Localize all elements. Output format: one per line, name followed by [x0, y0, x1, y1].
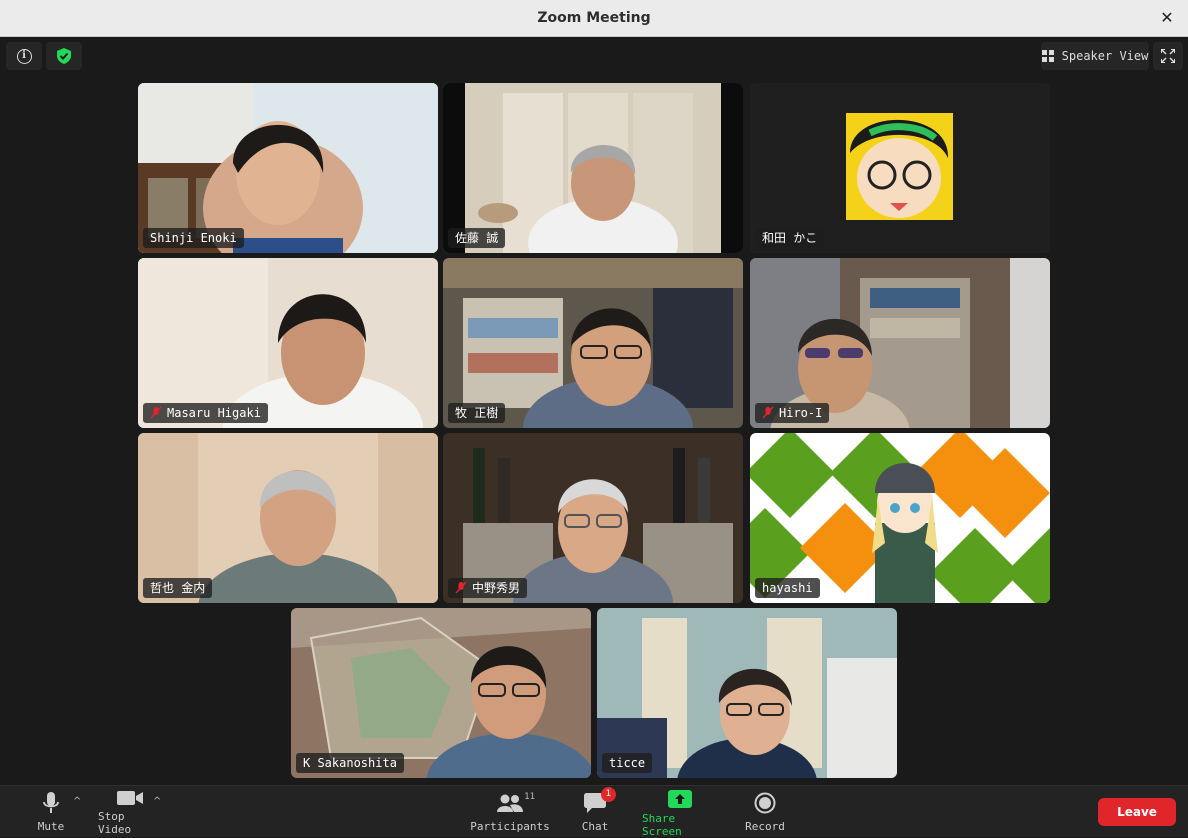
participant-name-tag: 哲也 金内: [143, 578, 213, 598]
chat-unread-badge: 1: [601, 787, 616, 802]
leave-button[interactable]: Leave: [1098, 798, 1176, 826]
record-icon: [754, 792, 776, 814]
participant-name: 牧 正樹: [455, 406, 499, 420]
grid-view-icon: [1041, 50, 1054, 62]
video-tile[interactable]: Masaru Higaki: [138, 258, 438, 428]
window-title: Zoom Meeting: [537, 10, 651, 26]
video-tile[interactable]: Shinji Enoki: [138, 83, 438, 253]
participants-button[interactable]: 11 Participants: [470, 790, 550, 836]
chat-label: Chat: [581, 820, 609, 833]
video-tile-avatar[interactable]: 和田 かこ: [750, 83, 1050, 253]
microphone-icon: [43, 792, 59, 813]
participant-name-tag: ticce: [602, 753, 653, 773]
mute-button[interactable]: Mute: [34, 790, 68, 836]
speaker-view-label: Speaker View: [1061, 49, 1149, 63]
video-options-chevron-up-icon[interactable]: ^: [153, 796, 161, 807]
participant-name: 佐藤 誠: [455, 231, 499, 245]
close-icon[interactable]: ✕: [1158, 9, 1176, 27]
participant-name: 和田 かこ: [762, 231, 818, 245]
participant-name: Hiro-I: [779, 406, 823, 420]
share-screen-icon: [668, 790, 692, 808]
participant-name-tag: Hiro-I: [755, 403, 830, 423]
video-tile[interactable]: ticce: [597, 608, 897, 778]
chat-button[interactable]: 1 Chat: [578, 787, 616, 836]
meeting-toolbar: Mute ^ Stop Video ^ 11 Participants 1 Ch…: [0, 785, 1188, 838]
info-icon: i: [16, 48, 32, 64]
participant-name: Masaru Higaki: [167, 406, 261, 420]
fullscreen-button[interactable]: [1153, 42, 1183, 70]
participant-name-tag: hayashi: [755, 578, 820, 598]
record-button[interactable]: Record: [745, 790, 785, 836]
participant-name-tag: 佐藤 誠: [448, 228, 506, 248]
participant-name-tag: 和田 かこ: [755, 228, 825, 248]
participant-name-tag: 中野秀男: [448, 578, 528, 598]
participant-name: hayashi: [762, 581, 813, 595]
video-gallery: i Speaker View Shinji Enoki 佐藤 誠 和田 かこ M…: [0, 37, 1188, 785]
participant-name-tag: K Sakanoshita: [296, 753, 404, 773]
video-camera-icon: [117, 791, 143, 805]
video-tile-avatar[interactable]: hayashi: [750, 433, 1050, 603]
participants-icon: [497, 794, 523, 812]
record-label: Record: [745, 820, 785, 833]
speaker-view-button[interactable]: Speaker View: [1041, 42, 1149, 70]
security-button[interactable]: [46, 42, 82, 70]
share-screen-button[interactable]: Share Screen: [642, 790, 718, 838]
participant-name-tag: 牧 正樹: [448, 403, 506, 423]
video-tile-active-speaker[interactable]: 佐藤 誠: [443, 83, 743, 253]
video-tile[interactable]: Hiro-I: [750, 258, 1050, 428]
video-tile[interactable]: 哲也 金内: [138, 433, 438, 603]
video-tile[interactable]: 牧 正樹: [443, 258, 743, 428]
meeting-info-button[interactable]: i: [6, 42, 42, 70]
participant-name-tag: Masaru Higaki: [143, 403, 268, 423]
video-tile[interactable]: K Sakanoshita: [291, 608, 591, 778]
shield-check-icon: [57, 48, 71, 64]
participant-name-tag: Shinji Enoki: [143, 228, 244, 248]
mute-label: Mute: [37, 820, 65, 833]
window-titlebar: Zoom Meeting ✕: [0, 0, 1188, 37]
participant-name: 哲也 金内: [150, 581, 206, 595]
participant-name: 中野秀男: [472, 581, 521, 595]
muted-mic-icon: [455, 581, 467, 594]
fullscreen-icon: [1161, 49, 1175, 63]
participant-name: ticce: [609, 756, 646, 770]
participant-name: Shinji Enoki: [150, 231, 237, 245]
participants-label: Participants: [470, 820, 550, 833]
participants-count: 11: [524, 792, 535, 802]
muted-mic-icon: [150, 406, 162, 419]
share-screen-label: Share Screen: [642, 812, 682, 838]
audio-options-chevron-up-icon[interactable]: ^: [73, 796, 81, 807]
muted-mic-icon: [762, 406, 774, 419]
stop-video-label: Stop Video: [98, 810, 132, 836]
participant-name: K Sakanoshita: [303, 756, 397, 770]
video-tile[interactable]: 中野秀男: [443, 433, 743, 603]
